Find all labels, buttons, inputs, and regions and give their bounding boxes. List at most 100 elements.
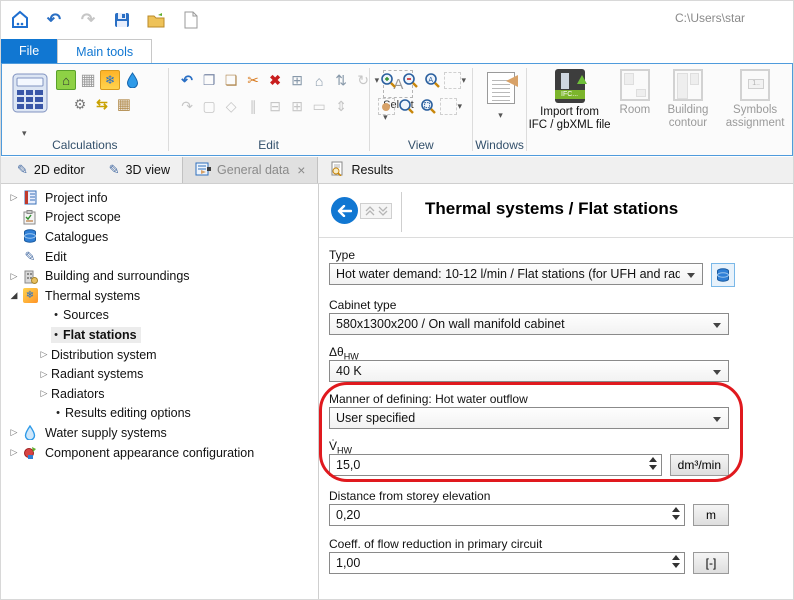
- pan-button[interactable]: [378, 98, 395, 115]
- view-extra-button[interactable]: [440, 98, 457, 115]
- building-contour-button[interactable]: Building contour: [658, 64, 719, 155]
- tab-file[interactable]: File: [1, 39, 57, 63]
- group-edit: ↶ ❐ ❏ ✂ ✖ ⊞ ⌂ ⇅ ↻ ▾ ↷ ▢ ◇: [169, 64, 369, 155]
- distance-input[interactable]: 0,20: [329, 504, 685, 526]
- tree-item-sources[interactable]: • Sources: [1, 306, 318, 326]
- expand-icon[interactable]: ▷: [7, 271, 21, 282]
- mirror-button[interactable]: ⇕: [331, 96, 352, 117]
- coeff-stepper[interactable]: [672, 555, 680, 568]
- tab-3d-view[interactable]: ✎ 3D view: [97, 157, 182, 183]
- undo-quick-button[interactable]: ↶: [43, 9, 65, 31]
- tree-item-building-and-surroundings[interactable]: ▷ Building and surroundings: [1, 266, 318, 286]
- bullet-icon: •: [51, 329, 61, 341]
- redo-button[interactable]: ↷: [177, 96, 198, 117]
- zoom-all-button[interactable]: A: [422, 70, 443, 91]
- heat-load-calc-button[interactable]: ⌂: [56, 70, 76, 90]
- water-calc-button[interactable]: [122, 70, 142, 90]
- zoom-out-button[interactable]: [400, 70, 421, 91]
- catalogue-button[interactable]: [711, 263, 735, 287]
- pin-node-button[interactable]: ∥: [243, 96, 264, 117]
- tab-2d-editor[interactable]: ✎ 2D editor: [5, 157, 97, 183]
- tree-item-thermal-systems[interactable]: ◢ ❄ Thermal systems: [1, 286, 318, 306]
- zoom-previous-button[interactable]: [396, 96, 417, 117]
- tree-item-flat-stations[interactable]: • Flat stations: [1, 325, 318, 345]
- vhw-input[interactable]: 15,0: [329, 454, 662, 476]
- expand-icon[interactable]: ▷: [7, 192, 21, 203]
- new-document-button[interactable]: [179, 9, 201, 31]
- redo-quick-button[interactable]: ↷: [77, 9, 99, 31]
- tree-item-water-supply-systems[interactable]: ▷ Water supply systems: [1, 423, 318, 443]
- paste-button[interactable]: ❏: [221, 70, 242, 91]
- expand-icon[interactable]: ▷: [37, 388, 51, 399]
- manner-of-defining-select[interactable]: User specified: [329, 407, 729, 429]
- back-button[interactable]: [331, 197, 358, 224]
- windows-menu-arrow[interactable]: ▾: [481, 110, 520, 121]
- zoom-window-button[interactable]: [418, 96, 439, 117]
- coeff-unit-button[interactable]: [-]: [693, 552, 729, 574]
- scale-button[interactable]: ⊟: [265, 96, 286, 117]
- zoom-region-button[interactable]: [444, 72, 461, 89]
- open-button[interactable]: [145, 9, 167, 31]
- align-button[interactable]: ⊞: [287, 96, 308, 117]
- expand-icon[interactable]: ▷: [37, 349, 51, 360]
- flip-button[interactable]: ⇅: [331, 70, 352, 91]
- symbols-assignment-button[interactable]: 1.. Symbols assignment: [718, 64, 792, 155]
- tree-item-component-appearance-configuration[interactable]: ▷ Component appearance configuration: [1, 443, 318, 463]
- results-table-button[interactable]: ▦: [114, 94, 134, 114]
- tab-main-tools[interactable]: Main tools: [57, 39, 152, 63]
- cabinet-type-select[interactable]: 580x1300x200 / On wall manifold cabinet: [329, 313, 729, 335]
- calculations-button[interactable]: [10, 72, 50, 139]
- copy-button[interactable]: ❐: [199, 70, 220, 91]
- delta-theta-hw-label: ΔθHW: [329, 345, 793, 360]
- expand-icon[interactable]: ▷: [7, 447, 21, 458]
- pipe-sizing-button[interactable]: ⇆: [92, 94, 112, 114]
- node-edit-button[interactable]: ⊞: [287, 70, 308, 91]
- measure-button[interactable]: ▭: [309, 96, 330, 117]
- thermal-calc-button[interactable]: ❄: [100, 70, 120, 90]
- ifc-file-icon: IFC...: [555, 69, 585, 103]
- windows-button[interactable]: ▾: [481, 72, 520, 121]
- cut-button[interactable]: ✂: [243, 70, 264, 91]
- titlebar: ↶ ↷ C:\Users\star: [1, 1, 793, 39]
- tab-general-data[interactable]: General data ×: [182, 157, 318, 183]
- tree-item-distribution-system[interactable]: ▷ Distribution system: [1, 345, 318, 365]
- tree-item-results-editing-options[interactable]: • Results editing options: [1, 404, 318, 424]
- vhw-label: V̇HW: [329, 439, 793, 454]
- delta-theta-hw-select[interactable]: 40 K: [329, 360, 729, 382]
- expand-icon[interactable]: ▷: [7, 427, 21, 438]
- settings-calc-button[interactable]: ⚙: [70, 94, 90, 114]
- expand-icon[interactable]: ▷: [37, 369, 51, 380]
- symbols-assignment-icon: 1..: [740, 69, 770, 101]
- undo-button[interactable]: ↶: [177, 70, 198, 91]
- coeff-input[interactable]: 1,00: [329, 552, 685, 574]
- save-button[interactable]: [111, 9, 133, 31]
- close-tab-icon[interactable]: ×: [297, 162, 305, 178]
- zoom-menu-arrow[interactable]: ▾: [462, 75, 467, 86]
- cabinet-type-label: Cabinet type: [329, 298, 793, 313]
- tree-item-radiators[interactable]: ▷ Radiators: [1, 384, 318, 404]
- tab-results[interactable]: Results: [318, 157, 405, 183]
- navigate-prev-next-button[interactable]: [360, 203, 392, 219]
- tree-item-project-info[interactable]: ▷ Project info: [1, 188, 318, 208]
- insert-node-button[interactable]: ◇: [221, 96, 242, 117]
- building-icon: [21, 268, 39, 284]
- delete-button[interactable]: ✖: [265, 70, 286, 91]
- zoom-in-button[interactable]: [378, 70, 399, 91]
- tree-item-project-scope[interactable]: Project scope: [1, 208, 318, 228]
- collapse-icon[interactable]: ◢: [7, 290, 21, 301]
- tree-item-catalogues[interactable]: Catalogues: [1, 227, 318, 247]
- type-select[interactable]: Hot water demand: 10-12 l/min / Flat sta…: [329, 263, 703, 285]
- tree-item-edit[interactable]: ✎ Edit: [1, 247, 318, 267]
- view-menu-arrow[interactable]: ▾: [458, 101, 463, 112]
- region-select-button[interactable]: ▢: [199, 96, 220, 117]
- project-scope-icon: [21, 209, 39, 225]
- distance-unit-button[interactable]: m: [693, 504, 729, 526]
- tree-item-radiant-systems[interactable]: ▷ Radiant systems: [1, 364, 318, 384]
- import-ifc-button[interactable]: IFC... Import fromIFC / gbXML file: [527, 64, 612, 155]
- building-calc-button[interactable]: ▦: [78, 70, 98, 90]
- distance-stepper[interactable]: [672, 507, 680, 520]
- vhw-unit-button[interactable]: dm³/min: [670, 454, 729, 476]
- vhw-stepper[interactable]: [649, 457, 657, 470]
- room-button[interactable]: Room: [612, 64, 657, 155]
- elevation-button[interactable]: ⌂: [309, 70, 330, 91]
